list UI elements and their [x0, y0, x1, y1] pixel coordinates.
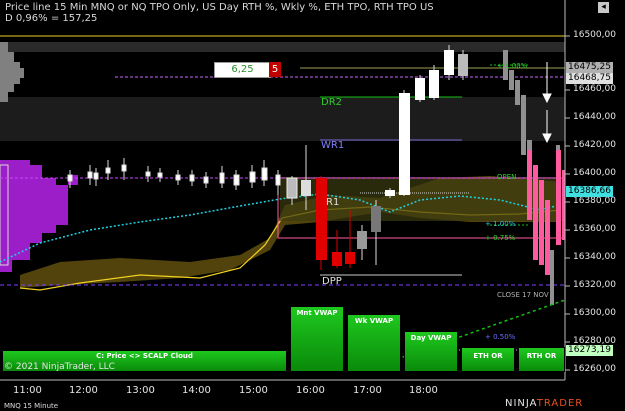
price-axis-ticks	[565, 35, 570, 371]
price-tick: 16320,00	[573, 280, 616, 290]
price-tick: 16460,00	[573, 84, 616, 94]
time-tick: 16:00	[296, 385, 325, 396]
level-label-open: OPEN	[497, 173, 517, 181]
level-label-pct-050: + 0.50%	[485, 333, 516, 341]
price-value-badge: 5	[269, 62, 281, 77]
price-tick: 16360,00	[573, 224, 616, 234]
level-label-pct-100: + 1.00%	[485, 220, 516, 228]
purple-tpo-profile	[0, 160, 78, 272]
logo-text-ninja: NINJA	[505, 398, 537, 409]
indicator-title: Price line 15 Min MNQ or NQ TPO Only, US…	[5, 2, 434, 13]
rth-or-button[interactable]: RTH OR	[518, 347, 565, 372]
ninjatrader-logo: NINJATRADER	[505, 398, 583, 409]
range-band-top	[0, 42, 565, 52]
day-vwap-button[interactable]: Day VWAP	[404, 331, 458, 372]
level-label-pct-top: + 1.00%	[497, 62, 528, 70]
price-value-box[interactable]: 6,25	[214, 62, 271, 78]
price-tick: 16300,00	[573, 308, 616, 318]
price-tick: 16420,00	[573, 140, 616, 150]
level-label-pct-075: + 0.75%	[485, 234, 516, 242]
candles-main	[286, 45, 468, 270]
wk-vwap-button[interactable]: Wk VWAP	[347, 314, 401, 372]
daily-range-label: D 0,96% = 157,25	[5, 13, 98, 24]
price-tick: 16400,00	[573, 168, 616, 178]
price-tag-low: 16273,19	[566, 345, 613, 356]
level-label-close: CLOSE 17 NOV	[497, 291, 549, 299]
price-tick: 16340,00	[573, 252, 616, 262]
price-tick: 16380,00	[573, 196, 616, 206]
time-tick: 13:00	[126, 385, 155, 396]
candles-small	[67, 158, 281, 195]
time-tick: 12:00	[69, 385, 98, 396]
range-band-middle	[0, 97, 565, 141]
scale-toggle-button[interactable]: ◂	[598, 2, 609, 13]
time-tick: 14:00	[182, 385, 211, 396]
level-label-dr2: DR2	[321, 97, 343, 108]
price-tag-vwap: 16386,66	[566, 186, 613, 197]
time-tick: 15:00	[239, 385, 268, 396]
instrument-label: MNQ 15 Minute	[4, 402, 59, 410]
eth-or-button[interactable]: ETH OR	[461, 347, 515, 372]
price-tag-high: 16475,25	[566, 62, 613, 73]
time-tick: 18:00	[409, 385, 438, 396]
logo-text-trader: TRADER	[536, 398, 584, 409]
time-tick: 11:00	[13, 385, 42, 396]
mnt-vwap-button[interactable]: Mnt VWAP	[290, 306, 344, 372]
time-tick: 17:00	[353, 385, 382, 396]
price-tag-current: 16468,75	[566, 73, 613, 84]
price-tick: 16500,00	[573, 30, 616, 40]
level-label-wr1: WR1	[321, 140, 345, 151]
copyright-label: © 2021 NinjaTrader, LLC	[4, 362, 115, 372]
price-tick: 16260,00	[573, 364, 616, 374]
level-label-r1: R1	[326, 197, 340, 208]
level-label-dpp: DPP	[322, 276, 342, 287]
price-tick: 16440,00	[573, 112, 616, 122]
